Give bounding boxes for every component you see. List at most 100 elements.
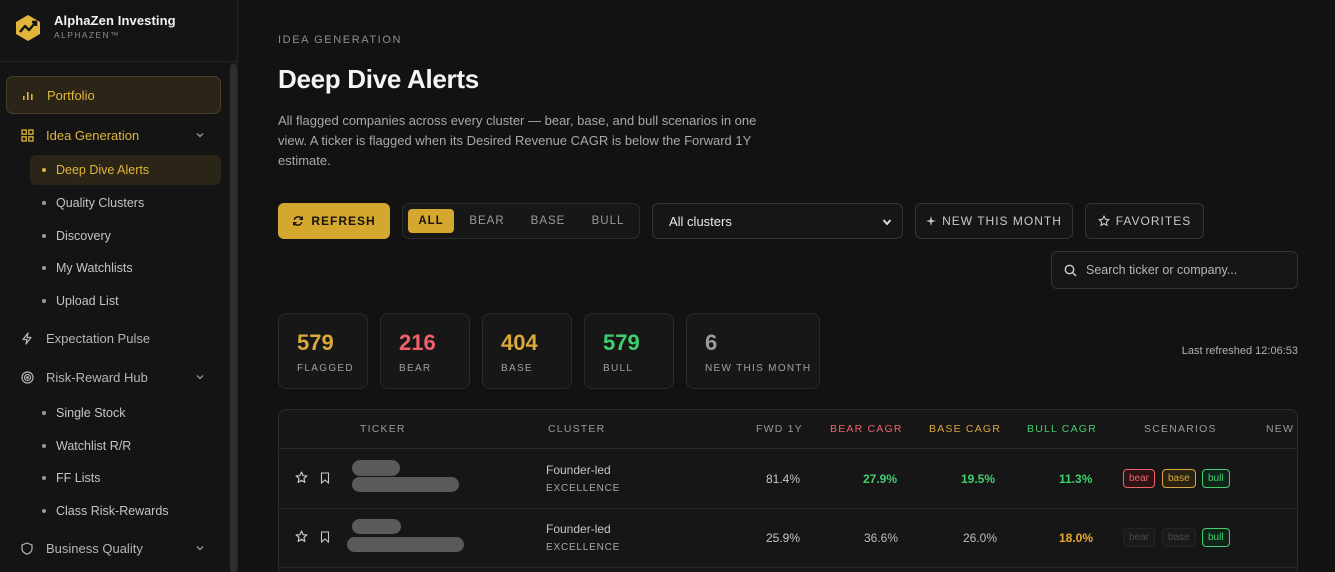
search-input[interactable] xyxy=(1086,263,1286,277)
sidebar-subitem-deep-dive-alerts[interactable]: Deep Dive Alerts xyxy=(30,155,221,185)
search-icon xyxy=(1064,264,1077,276)
shield-icon xyxy=(20,541,34,555)
sidebar-subitem-label: Class Risk-Rewards xyxy=(56,504,169,518)
bullet-icon xyxy=(42,266,46,270)
new-this-month-button[interactable]: NEW THIS MONTH xyxy=(915,203,1073,239)
sidebar-item-business-quality[interactable]: Business Quality xyxy=(6,535,221,561)
scenario-filter: ALL BEAR BASE BULL xyxy=(402,203,640,239)
redacted-ticker xyxy=(352,460,400,476)
brand-subtitle: ALPHAZEN™ xyxy=(54,30,120,40)
page-title: Deep Dive Alerts xyxy=(278,64,479,94)
stat-label: BULL xyxy=(603,363,634,374)
sidebar-subitem-label: Watchlist R/R xyxy=(56,439,132,453)
lightning-icon xyxy=(20,331,34,345)
cluster-name: Founder-led xyxy=(546,522,611,536)
stat-value: 579 xyxy=(603,330,640,355)
column-header-fwd-1y[interactable]: FWD 1Y xyxy=(756,423,803,435)
chevron-down-icon xyxy=(882,219,892,226)
sidebar-item-label: Expectation Pulse xyxy=(46,330,151,346)
sidebar-subitem-class-risk-rewards[interactable]: Class Risk-Rewards xyxy=(30,496,221,526)
stat-card-new-this-month: 6 NEW THIS MONTH xyxy=(686,313,820,389)
last-refreshed: Last refreshed 12:06:53 xyxy=(1181,345,1298,357)
sidebar-subitem-upload-list[interactable]: Upload List xyxy=(30,286,221,316)
scenario-bear-badge: bear xyxy=(1123,469,1156,488)
chevron-down-icon[interactable] xyxy=(195,130,205,140)
sidebar-item-portfolio[interactable]: Portfolio xyxy=(6,76,221,114)
stat-label: FLAGGED xyxy=(297,363,354,374)
refresh-button[interactable]: REFRESH xyxy=(278,203,390,239)
scenario-bull-badge: bull xyxy=(1202,528,1230,547)
filter-base-button[interactable]: BASE xyxy=(520,209,576,233)
sidebar-item-label: Idea Generation xyxy=(46,127,140,143)
refresh-label: REFRESH xyxy=(311,214,376,228)
sidebar-item-label: Portfolio xyxy=(47,87,95,103)
sidebar-subitem-label: FF Lists xyxy=(56,471,101,485)
cluster-select-value: All clusters xyxy=(669,213,732,229)
bear-cagr-value: 27.9% xyxy=(863,472,898,486)
bookmark-icon[interactable] xyxy=(320,531,330,543)
brand[interactable]: AlphaZen Investing ALPHAZEN™ xyxy=(0,0,237,62)
sidebar-item-expectation-pulse[interactable]: Expectation Pulse xyxy=(6,325,221,351)
column-header-base-cagr[interactable]: BASE CAGR xyxy=(929,423,1001,435)
filter-bull-button[interactable]: BULL xyxy=(581,209,635,233)
bookmark-icon[interactable] xyxy=(320,472,330,484)
sidebar-subitem-discovery[interactable]: Discovery xyxy=(30,221,221,251)
redacted-company-name xyxy=(352,477,459,492)
star-icon[interactable] xyxy=(295,471,308,484)
filter-all-button[interactable]: ALL xyxy=(408,209,454,233)
filter-bear-button[interactable]: BEAR xyxy=(460,209,514,233)
table-row[interactable]: Founder-led EXCELLENCE 25.9% 36.6% 26.0%… xyxy=(279,509,1297,568)
stat-card-base: 404 BASE xyxy=(482,313,572,389)
sidebar-item-risk-reward-hub[interactable]: Risk-Reward Hub xyxy=(6,364,221,390)
column-header-scenarios[interactable]: SCENARIOS xyxy=(1144,423,1217,435)
stat-label: NEW THIS MONTH xyxy=(705,363,812,374)
sidebar-subitem-ff-lists[interactable]: FF Lists xyxy=(30,463,221,493)
bull-cagr-value: 11.3% xyxy=(1059,472,1093,486)
sidebar-subitem-label: Discovery xyxy=(56,229,111,243)
sidebar-subitem-label: Single Stock xyxy=(56,406,126,420)
cluster-tag: EXCELLENCE xyxy=(546,483,621,494)
star-icon[interactable] xyxy=(295,530,308,543)
search-box[interactable] xyxy=(1051,251,1298,289)
stat-card-flagged: 579 FLAGGED xyxy=(278,313,368,389)
table-header: TICKER CLUSTER FWD 1Y BEAR CAGR BASE CAG… xyxy=(279,410,1297,449)
sidebar-subitem-quality-clusters[interactable]: Quality Clusters xyxy=(30,188,221,218)
bullet-icon xyxy=(42,411,46,415)
column-header-bear-cagr[interactable]: BEAR CAGR xyxy=(830,423,903,435)
stat-label: BEAR xyxy=(399,363,432,374)
stat-value: 6 xyxy=(705,330,718,355)
page-eyebrow: IDEA GENERATION xyxy=(278,34,403,46)
column-header-new[interactable]: NEW xyxy=(1266,423,1294,435)
chevron-down-icon[interactable] xyxy=(195,543,205,553)
sidebar-subitem-my-watchlists[interactable]: My Watchlists xyxy=(30,253,221,283)
sidebar-subitem-single-stock[interactable]: Single Stock xyxy=(30,398,221,428)
bullet-icon xyxy=(42,509,46,513)
bull-cagr-value: 18.0% xyxy=(1059,531,1094,545)
sidebar-subitem-label: Upload List xyxy=(56,294,119,308)
sidebar-scrollbar-thumb[interactable] xyxy=(230,64,237,572)
scenario-base-badge-inactive: base xyxy=(1162,528,1196,547)
stat-value: 579 xyxy=(297,330,334,355)
favorites-label: FAVORITES xyxy=(1115,214,1192,228)
sidebar-subitem-label: Quality Clusters xyxy=(56,196,145,210)
column-header-cluster[interactable]: CLUSTER xyxy=(548,423,605,435)
favorites-button[interactable]: FAVORITES xyxy=(1085,203,1204,239)
sidebar-item-idea-generation[interactable]: Idea Generation xyxy=(6,122,221,148)
sidebar-subitem-watchlist-rr[interactable]: Watchlist R/R xyxy=(30,431,221,461)
cluster-tag: EXCELLENCE xyxy=(546,542,621,553)
sidebar-subitem-label: Deep Dive Alerts xyxy=(56,163,150,177)
bar-chart-icon xyxy=(21,88,35,102)
column-header-bull-cagr[interactable]: BULL CAGR xyxy=(1027,423,1097,435)
column-header-ticker[interactable]: TICKER xyxy=(360,423,406,435)
stat-value: 216 xyxy=(399,330,436,355)
base-cagr-value: 26.0% xyxy=(963,531,998,545)
bullet-icon xyxy=(42,476,46,480)
sidebar-item-label: Risk-Reward Hub xyxy=(46,369,148,385)
table-row[interactable]: Founder-led EXCELLENCE 81.4% 27.9% 19.5%… xyxy=(279,450,1297,509)
chevron-down-icon[interactable] xyxy=(195,372,205,382)
cluster-select[interactable]: All clusters xyxy=(652,203,903,239)
grid-icon xyxy=(20,128,34,142)
target-icon xyxy=(20,370,34,384)
sidebar: AlphaZen Investing ALPHAZEN™ Portfolio I… xyxy=(0,0,238,572)
star-icon xyxy=(1098,215,1110,227)
